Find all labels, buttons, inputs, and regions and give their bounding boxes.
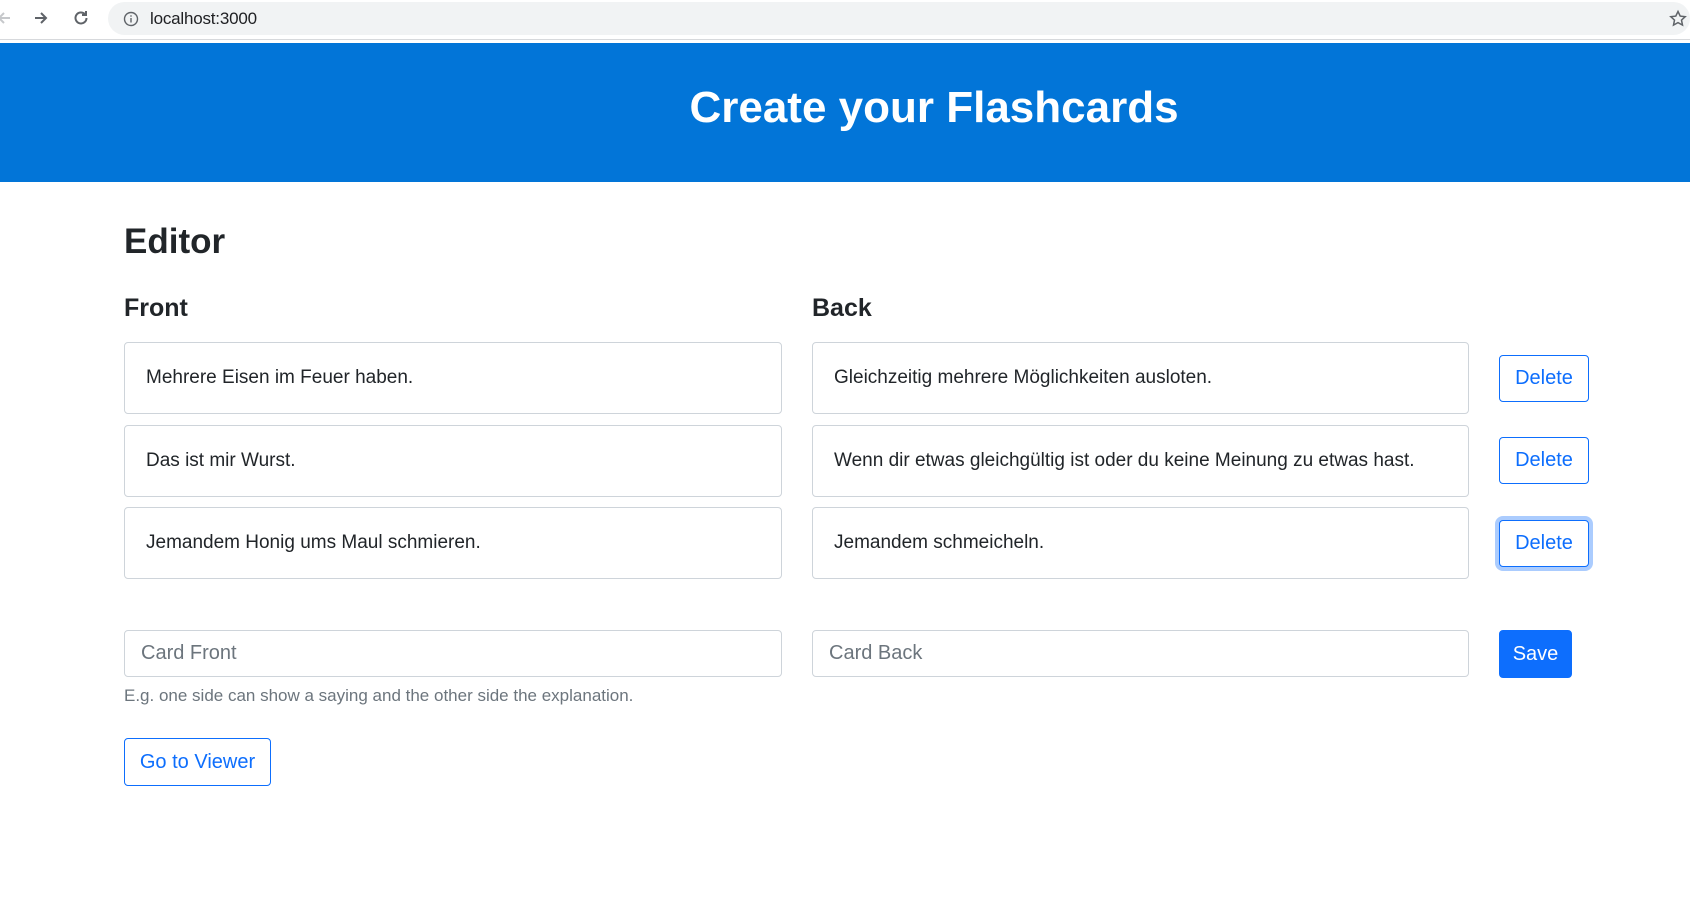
delete-button[interactable]: Delete	[1499, 355, 1589, 402]
browser-toolbar: localhost:3000	[0, 0, 1690, 40]
url-text[interactable]: localhost:3000	[150, 9, 257, 29]
save-button[interactable]: Save	[1499, 630, 1572, 678]
back-arrow-icon[interactable]	[0, 6, 16, 30]
bookmark-star-icon[interactable]	[1668, 9, 1688, 29]
front-heading: Front	[124, 294, 188, 322]
go-to-viewer-button[interactable]: Go to Viewer	[124, 738, 271, 786]
card-front[interactable]: Mehrere Eisen im Feuer haben.	[124, 342, 782, 414]
card-front[interactable]: Das ist mir Wurst.	[124, 425, 782, 497]
info-icon[interactable]	[123, 11, 139, 27]
forward-arrow-icon[interactable]	[29, 6, 53, 30]
editor-heading: Editor	[124, 222, 226, 261]
card-back-input[interactable]	[812, 630, 1469, 677]
back-heading: Back	[812, 294, 872, 322]
page-title: Create your Flashcards	[689, 83, 1179, 132]
card-front-input[interactable]	[124, 630, 782, 677]
reload-icon[interactable]	[69, 6, 93, 30]
card-front[interactable]: Jemandem Honig ums Maul schmieren.	[124, 507, 782, 579]
delete-button[interactable]: Delete	[1499, 520, 1589, 567]
delete-button[interactable]: Delete	[1499, 437, 1589, 484]
card-back[interactable]: Gleichzeitig mehrere Möglichkeiten auslo…	[812, 342, 1469, 414]
help-text: E.g. one side can show a saying and the …	[124, 686, 634, 705]
address-bar[interactable]: localhost:3000	[108, 2, 1690, 35]
card-back[interactable]: Wenn dir etwas gleichgültig ist oder du …	[812, 425, 1469, 497]
card-back[interactable]: Jemandem schmeicheln.	[812, 507, 1469, 579]
